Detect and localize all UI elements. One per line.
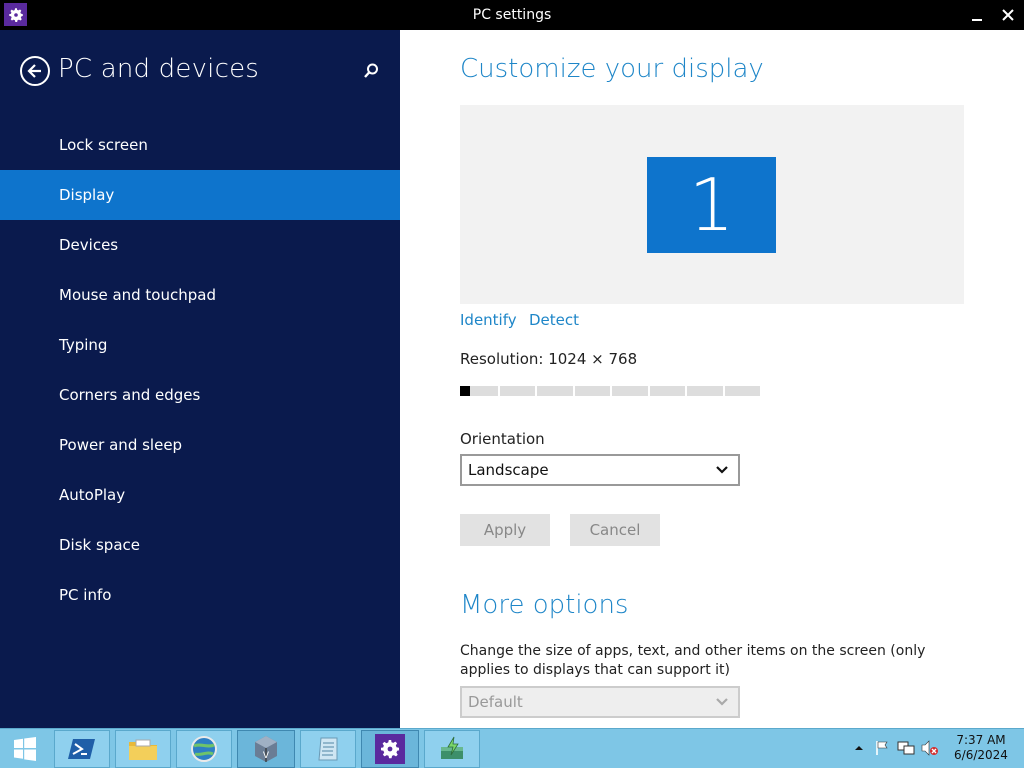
taskbar-network-app[interactable] xyxy=(176,730,232,768)
nav-item-disk-space[interactable]: Disk space xyxy=(0,520,400,570)
apply-button[interactable]: Apply xyxy=(460,514,550,546)
flag-icon xyxy=(876,741,888,755)
start-button[interactable] xyxy=(4,730,46,768)
nav-item-display[interactable]: Display xyxy=(0,170,400,220)
nav-item-mouse-and-touchpad[interactable]: Mouse and touchpad xyxy=(0,270,400,320)
taskbar-flash-drive-app[interactable] xyxy=(424,730,480,768)
chevron-up-icon xyxy=(855,746,863,750)
virtualbox-icon: V xyxy=(255,736,277,762)
back-button[interactable] xyxy=(20,56,50,86)
size-value: Default xyxy=(468,693,523,711)
network-icon xyxy=(897,741,915,755)
network-globe-icon xyxy=(191,736,217,762)
slider-segment-divider xyxy=(573,386,575,396)
cancel-button[interactable]: Cancel xyxy=(570,514,660,546)
network-tray[interactable] xyxy=(897,739,915,757)
section-heading-customize-display: Customize your display xyxy=(460,54,764,84)
search-button[interactable] xyxy=(360,60,382,82)
window-title: PC settings xyxy=(472,7,552,23)
svg-text:V: V xyxy=(263,751,270,761)
minimize-button[interactable] xyxy=(966,4,988,26)
close-button[interactable] xyxy=(997,4,1019,26)
volume-tray[interactable] xyxy=(921,739,939,757)
slider-thumb[interactable] xyxy=(460,386,470,396)
clock[interactable]: 7:37 AM 6/6/2024 xyxy=(948,733,1014,763)
size-description: Change the size of apps, text, and other… xyxy=(460,643,926,678)
file-explorer-icon xyxy=(129,739,157,760)
orientation-label: Orientation xyxy=(460,430,545,448)
section-heading-more-options: More options xyxy=(460,590,629,620)
start-icon xyxy=(14,737,36,761)
detect-link[interactable]: Detect xyxy=(529,311,579,329)
display-preview: 1 xyxy=(460,105,964,304)
taskbar-pc-settings[interactable] xyxy=(361,730,419,768)
speaker-muted-icon xyxy=(921,740,938,756)
taskbar-notepad[interactable] xyxy=(300,730,356,768)
size-dropdown[interactable]: Default xyxy=(460,686,740,718)
orientation-dropdown[interactable]: Landscape xyxy=(460,454,740,486)
slider-segment-divider xyxy=(648,386,650,396)
slider-segment-divider xyxy=(723,386,725,396)
notepad-icon xyxy=(318,737,338,761)
chevron-down-icon xyxy=(716,698,728,706)
pane-title: PC and devices xyxy=(58,54,260,84)
left-pane: PC and devices Lock screen Display Devic… xyxy=(0,30,400,728)
nav-item-pc-info[interactable]: PC info xyxy=(0,570,400,620)
nav-item-lock-screen[interactable]: Lock screen xyxy=(0,120,400,170)
slider-segment-divider xyxy=(535,386,537,396)
powershell-icon xyxy=(68,739,95,759)
taskbar-virtualbox[interactable]: V xyxy=(237,730,295,768)
taskbar-powershell[interactable] xyxy=(54,730,110,768)
chevron-down-icon xyxy=(716,466,728,474)
show-hidden-icons-button[interactable] xyxy=(850,739,868,757)
back-arrow-icon xyxy=(27,64,41,78)
nav-item-devices[interactable]: Devices xyxy=(0,220,400,270)
title-bar: PC settings xyxy=(0,0,1024,30)
display-settings-pane: Customize your display 1 Identify Detect… xyxy=(400,30,1024,728)
search-icon xyxy=(364,63,378,78)
identify-link[interactable]: Identify xyxy=(460,311,517,329)
monitor-1[interactable]: 1 xyxy=(647,157,776,253)
nav-item-typing[interactable]: Typing xyxy=(0,320,400,370)
nav-item-corners-and-edges[interactable]: Corners and edges xyxy=(0,370,400,420)
close-icon xyxy=(1002,9,1014,21)
nav-item-power-and-sleep[interactable]: Power and sleep xyxy=(0,420,400,470)
orientation-value: Landscape xyxy=(468,461,549,479)
resolution-label: Resolution: 1024 × 768 xyxy=(460,350,638,368)
slider-segment-divider xyxy=(685,386,687,396)
taskbar: V 7:37 AM 6/6/2024 xyxy=(0,728,1024,768)
slider-segment-divider xyxy=(498,386,500,396)
settings-nav: Lock screen Display Devices Mouse and to… xyxy=(0,120,400,620)
resolution-slider[interactable] xyxy=(460,386,760,396)
clock-date: 6/6/2024 xyxy=(954,748,1008,762)
taskbar-file-explorer[interactable] xyxy=(115,730,171,768)
action-center-tray[interactable] xyxy=(873,739,891,757)
nav-item-autoplay[interactable]: AutoPlay xyxy=(0,470,400,520)
clock-time: 7:37 AM xyxy=(956,733,1006,747)
pc-settings-icon xyxy=(375,734,405,764)
slider-segment-divider xyxy=(610,386,612,396)
flash-drive-icon xyxy=(441,736,463,759)
